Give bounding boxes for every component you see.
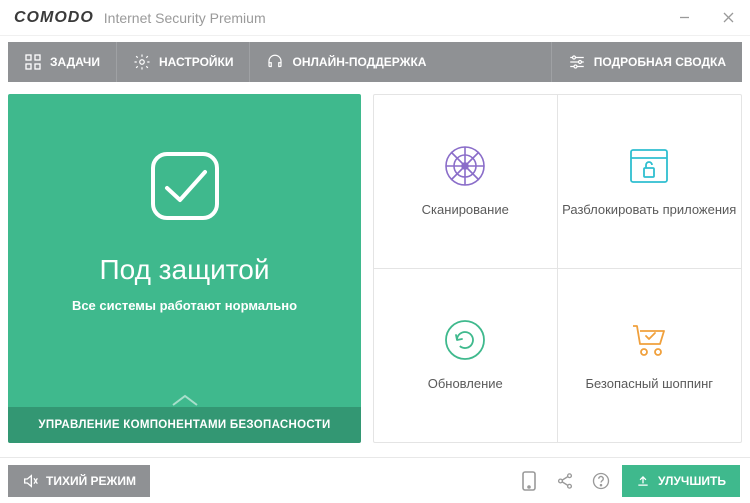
sliders-icon — [568, 53, 586, 71]
status-panel: Под защитой Все системы работают нормаль… — [8, 94, 361, 443]
tile-scan-label: Сканирование — [422, 202, 509, 219]
close-button[interactable] — [706, 0, 750, 36]
share-icon[interactable] — [550, 466, 580, 496]
scan-target-icon — [443, 144, 487, 188]
nav-settings[interactable]: НАСТРОЙКИ — [117, 42, 249, 82]
refresh-icon — [443, 318, 487, 362]
footer-bar: ТИХИЙ РЕЖИМ УЛУЧШИТЬ — [0, 457, 750, 503]
minimize-button[interactable] — [662, 0, 706, 36]
tile-shopping-label: Безопасный шоппинг — [585, 376, 713, 393]
mobile-icon[interactable] — [514, 466, 544, 496]
manage-components-button[interactable]: УПРАВЛЕНИЕ КОМПОНЕНТАМИ БЕЗОПАСНОСТИ — [8, 407, 361, 443]
nav-tasks[interactable]: ЗАДАЧИ — [8, 42, 116, 82]
spacer — [442, 42, 550, 82]
help-icon[interactable] — [586, 466, 616, 496]
tiles-grid: Сканирование Разблокировать приложения — [373, 94, 742, 443]
tile-shopping[interactable]: Безопасный шоппинг — [558, 269, 742, 443]
status-title: Под защитой — [99, 254, 269, 286]
shield-check-icon — [137, 140, 233, 236]
nav-support-label: ОНЛАЙН-ПОДДЕРЖКА — [292, 55, 426, 69]
nav-settings-label: НАСТРОЙКИ — [159, 55, 233, 69]
upgrade-button[interactable]: УЛУЧШИТЬ — [622, 465, 740, 497]
title-bar: COMODO Internet Security Premium — [0, 0, 750, 36]
tile-unblock-label: Разблокировать приложения — [562, 202, 736, 219]
product-name: Internet Security Premium — [104, 10, 266, 26]
grid-icon — [24, 53, 42, 71]
gear-icon — [133, 53, 151, 71]
nav-summary[interactable]: ПОДРОБНАЯ СВОДКА — [552, 42, 742, 82]
mute-icon — [22, 473, 38, 489]
tile-update[interactable]: Обновление — [374, 269, 558, 443]
upload-icon — [636, 474, 650, 488]
headset-icon — [266, 53, 284, 71]
shopping-cart-icon — [627, 318, 671, 362]
chevron-up-icon[interactable] — [171, 393, 199, 407]
nav-summary-label: ПОДРОБНАЯ СВОДКА — [594, 55, 726, 69]
nav-support[interactable]: ОНЛАЙН-ПОДДЕРЖКА — [250, 42, 442, 82]
content-area: Под защитой Все системы работают нормаль… — [0, 82, 750, 455]
brand-logo: COMODO — [14, 9, 94, 27]
silent-mode-label: ТИХИЙ РЕЖИМ — [46, 474, 136, 488]
tile-scan[interactable]: Сканирование — [374, 95, 558, 269]
tile-unblock[interactable]: Разблокировать приложения — [558, 95, 742, 269]
silent-mode-button[interactable]: ТИХИЙ РЕЖИМ — [8, 465, 150, 497]
unlock-window-icon — [627, 144, 671, 188]
upgrade-label: УЛУЧШИТЬ — [658, 474, 726, 488]
nav-tasks-label: ЗАДАЧИ — [50, 55, 100, 69]
window-controls — [662, 0, 750, 36]
status-subtitle: Все системы работают нормально — [72, 298, 297, 313]
main-toolbar: ЗАДАЧИ НАСТРОЙКИ ОНЛАЙН-ПОДДЕРЖКА ПОДРОБ… — [8, 42, 742, 82]
manage-components-label: УПРАВЛЕНИЕ КОМПОНЕНТАМИ БЕЗОПАСНОСТИ — [38, 419, 330, 431]
tile-update-label: Обновление — [428, 376, 503, 393]
